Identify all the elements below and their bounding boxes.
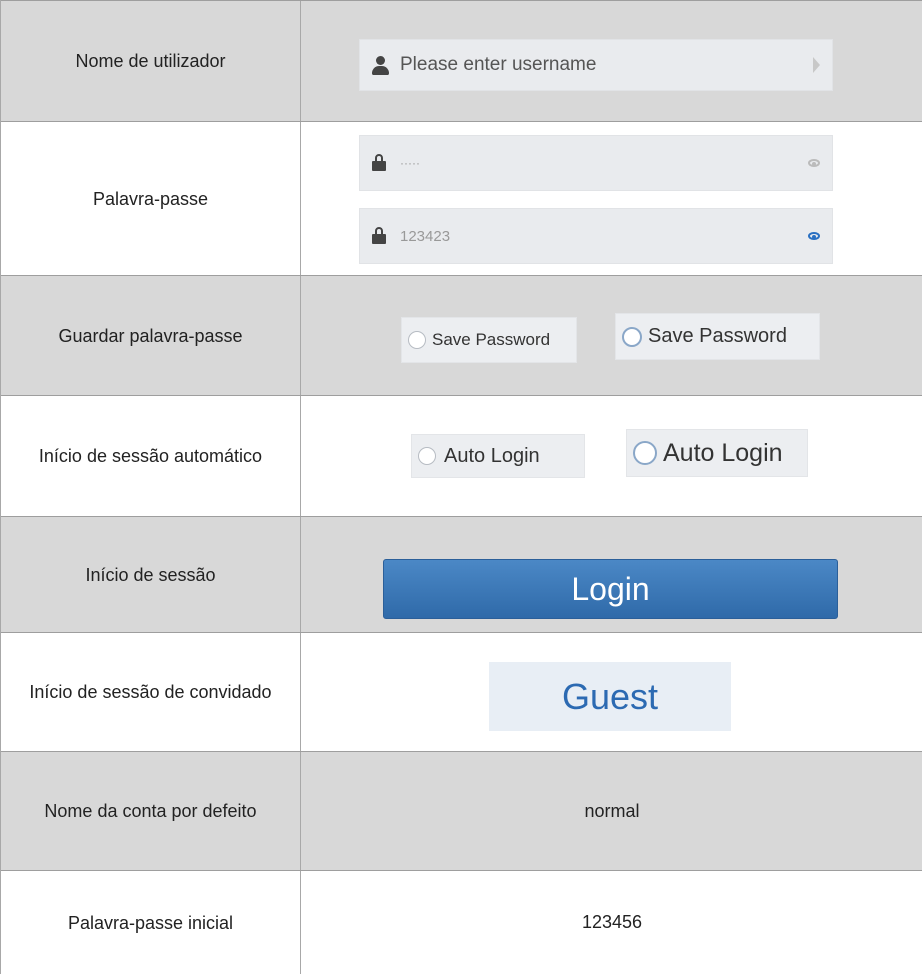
comparison-table: Nome de utilizador Please enter username… xyxy=(0,0,922,974)
radio-unchecked-icon[interactable] xyxy=(408,331,426,349)
username-input[interactable]: Please enter username xyxy=(359,39,833,91)
row-login: Início de sessão Login xyxy=(1,516,922,632)
default-account-value: normal xyxy=(584,800,640,821)
chevron-right-icon[interactable] xyxy=(813,57,820,73)
password-field-masked[interactable]: ····· xyxy=(359,135,833,191)
login-button[interactable]: Login xyxy=(383,559,838,619)
password-value-masked: ····· xyxy=(400,156,420,170)
row-label: Início de sessão automático xyxy=(1,396,301,516)
guest-button[interactable]: Guest xyxy=(489,662,731,731)
save-password-checked[interactable]: Save Password xyxy=(615,313,820,360)
auto-login-checked[interactable]: Auto Login xyxy=(626,429,808,477)
row-label: Palavra-passe inicial xyxy=(1,871,301,974)
radio-checked-icon[interactable] xyxy=(622,326,642,347)
row-label: Nome de utilizador xyxy=(1,1,301,121)
lock-icon xyxy=(372,227,388,245)
row-label: Palavra-passe xyxy=(1,122,301,275)
auto-login-label: Auto Login xyxy=(663,438,783,467)
row-label: Início de sessão de convidado xyxy=(1,633,301,751)
password-value-visible: 123423 xyxy=(400,227,451,245)
username-placeholder: Please enter username xyxy=(400,54,597,75)
row-save-password: Guardar palavra-passe Save Password Save… xyxy=(1,275,922,395)
row-label: Nome da conta por defeito xyxy=(1,752,301,870)
row-auto-login: Início de sessão automático Auto Login A… xyxy=(1,395,922,516)
auto-login-label: Auto Login xyxy=(444,444,540,467)
row-password: Palavra-passe ····· 123423 xyxy=(1,121,922,275)
row-username: Nome de utilizador Please enter username xyxy=(1,0,922,121)
initial-password-value: 123456 xyxy=(581,912,643,932)
user-icon xyxy=(372,56,389,75)
row-default-account: Nome da conta por defeito normal xyxy=(1,751,922,870)
password-field-visible[interactable]: 123423 xyxy=(359,208,833,264)
eye-icon[interactable] xyxy=(808,159,820,167)
eye-icon[interactable] xyxy=(808,232,820,240)
row-label: Guardar palavra-passe xyxy=(1,276,301,395)
save-password-unchecked[interactable]: Save Password xyxy=(401,317,577,363)
row-initial-password: Palavra-passe inicial 123456 xyxy=(1,870,922,974)
radio-unchecked-icon[interactable] xyxy=(418,447,436,465)
radio-checked-icon[interactable] xyxy=(633,441,657,465)
lock-icon xyxy=(372,154,388,172)
row-guest-login: Início de sessão de convidado Guest xyxy=(1,632,922,751)
save-password-label: Save Password xyxy=(432,330,551,349)
row-label: Início de sessão xyxy=(1,517,301,632)
auto-login-unchecked[interactable]: Auto Login xyxy=(411,434,585,478)
save-password-label: Save Password xyxy=(648,325,787,347)
